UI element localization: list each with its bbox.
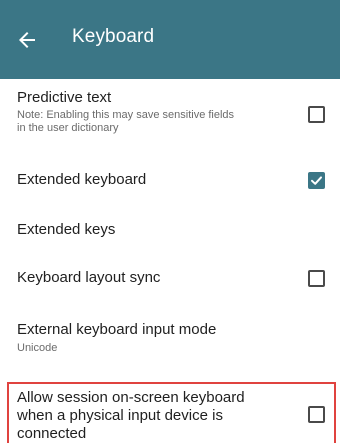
extended-keyboard-checkbox[interactable]: [308, 172, 325, 189]
setting-label: when a physical input device is: [17, 407, 223, 424]
predictive-text-checkbox[interactable]: [308, 106, 325, 123]
setting-keyboard-layout-sync[interactable]: Keyboard layout sync: [0, 253, 340, 305]
setting-label: Extended keys: [17, 221, 116, 238]
page-title: Keyboard: [72, 26, 155, 47]
setting-label: Allow session on-screen keyboard: [17, 389, 245, 406]
keyboard-layout-sync-checkbox[interactable]: [308, 270, 325, 287]
setting-predictive-text[interactable]: Predictive text Note: Enabling this may …: [0, 79, 340, 159]
setting-note: in the user dictionary: [17, 122, 119, 134]
setting-note: Note: Enabling this may save sensitive f…: [17, 109, 235, 121]
app-bar: Keyboard: [0, 0, 340, 79]
setting-label: connected: [17, 425, 87, 442]
arrow-left-icon: [19, 32, 35, 48]
back-button[interactable]: [15, 28, 39, 52]
setting-label: External keyboard input mode: [17, 321, 217, 338]
setting-extended-keys[interactable]: Extended keys: [0, 203, 340, 253]
setting-external-keyboard-input-mode[interactable]: External keyboard input mode Unicode: [0, 305, 340, 375]
setting-label: Predictive text: [17, 89, 112, 106]
setting-label: Extended keyboard: [17, 171, 147, 188]
setting-value: Unicode: [17, 342, 58, 354]
setting-allow-onscreen-keyboard[interactable]: Allow session on-screen keyboard when a …: [0, 382, 340, 443]
setting-label: Keyboard layout sync: [17, 269, 161, 286]
checkmark-icon: [311, 176, 322, 185]
allow-onscreen-keyboard-checkbox[interactable]: [308, 406, 325, 423]
setting-extended-keyboard[interactable]: Extended keyboard: [0, 159, 340, 203]
